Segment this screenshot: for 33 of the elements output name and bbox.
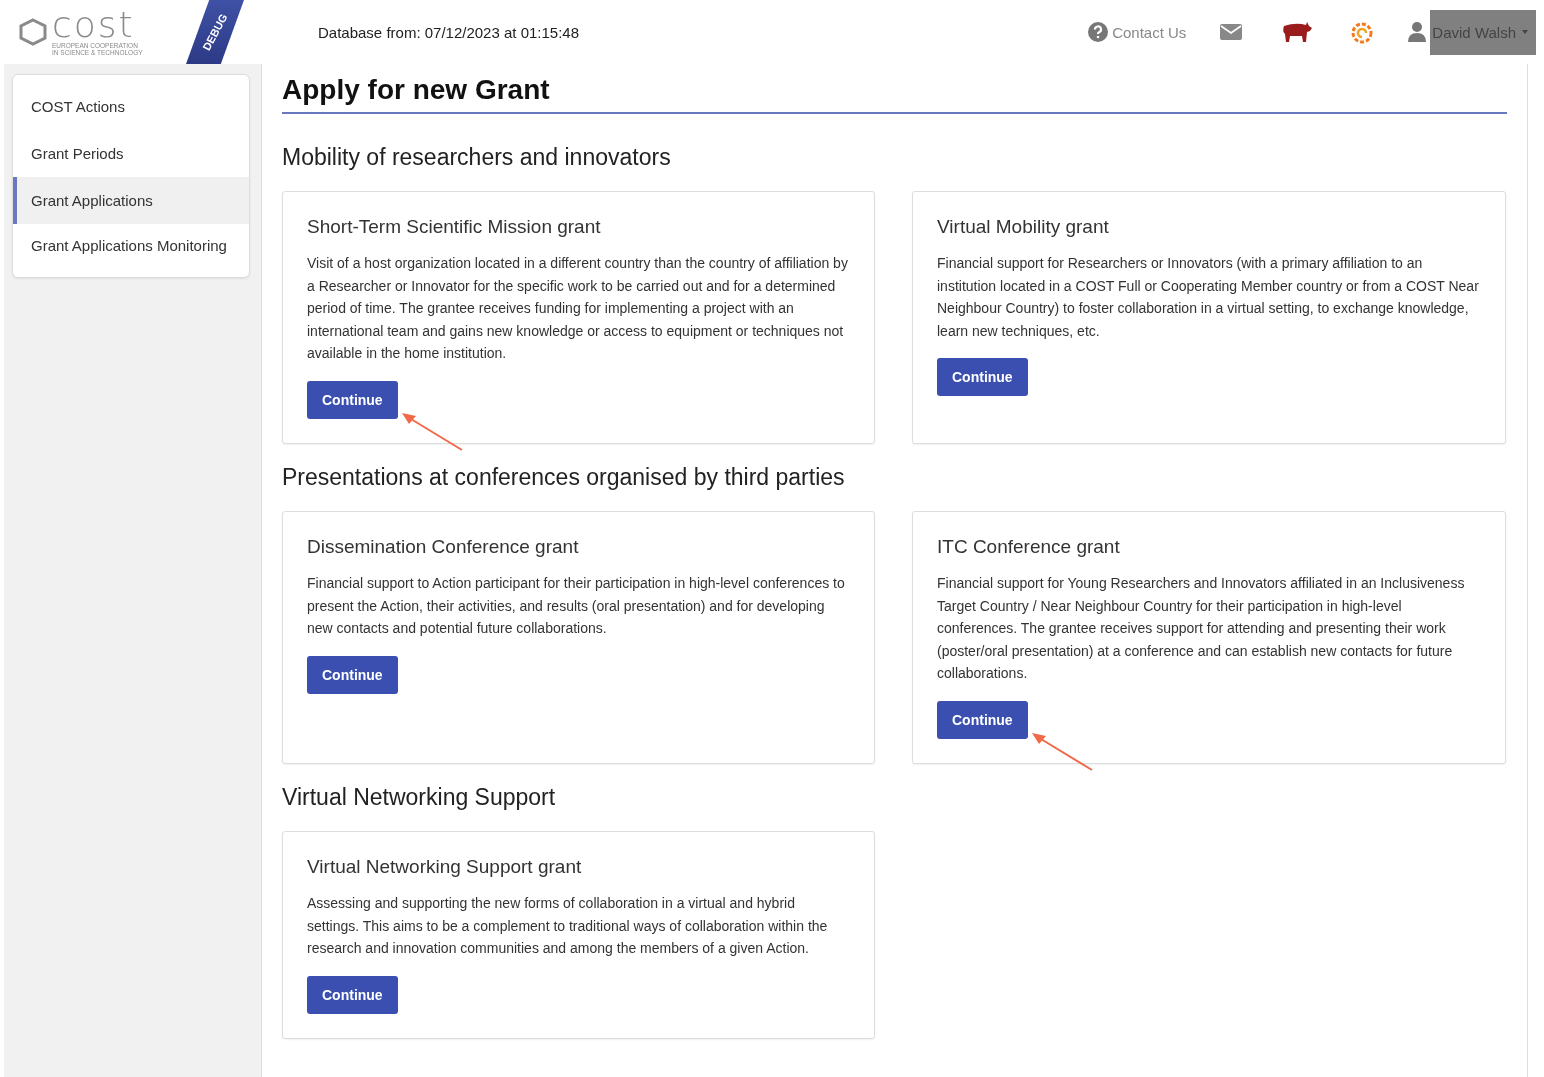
section-heading: Mobility of researchers and innovators [282,144,672,171]
grant-title: Short-Term Scientific Mission grant [307,216,602,238]
section-heading: Presentations at conferences organised by third parties [282,463,846,491]
logo-word: cost [52,8,135,42]
grant-description: Visit of a host organization located in a different country than the country of affiliation by a Researcher or Innovator for the specific work to be carried out and for a determined period of time. The grantee receives funding for implementing a project with an international team and gains new knowledge or access to equipment or techniques not available in the home institution. [307,254,849,364]
sidebar-item[interactable]: Grant Applications Monitoring [13,224,249,269]
grant-description: Assessing and supporting the new forms of collaboration in a virtual and hybrid settings. This aims to be a complement to traditional ways of collaboration within the research and innovation communities and among the members of a given Action. [307,893,829,959]
grant-title: Dissemination Conference grant [307,535,580,558]
database-info: Database from: 07/12/2023 at 01:15:48 [318,23,580,41]
question-circle-icon [1088,22,1109,42]
user-icon [1408,22,1427,42]
section-heading: Virtual Networking Support [282,783,557,811]
grant-description: Financial support for Young Researchers and Innovators affiliated in an Inclusiveness Target Country / Near Neighbour Country for their participation in high-level conferences. The grantee receives support for attending and presenting their work (poster/oral presentation) at a conference and can establish new contacts for future collaborations. [937,573,1466,684]
pig-icon[interactable] [1280,21,1313,43]
sidebar-item[interactable]: Grant Applications [13,177,249,224]
continue-button[interactable]: Continue [307,380,398,419]
continue-button[interactable]: Continue [307,975,398,1014]
grant-title: ITC Conference grant [937,535,1121,558]
hexagon-logo-icon [18,17,48,47]
grant-title: Virtual Mobility grant [937,216,1110,238]
sidebar-item[interactable]: COST Actions [13,83,249,130]
sidebar-item[interactable]: Grant Periods [13,130,249,177]
continue-button[interactable]: Continue [307,655,398,694]
continue-button[interactable]: Continue [937,700,1028,739]
page-title: Apply for new Grant [282,74,1507,114]
caret-icon [1522,30,1528,34]
swirl-gear-icon[interactable] [1350,20,1375,44]
grant-description: Financial support for Researchers or Innovators (with a primary affiliation to an institution located in a COST Full or Cooperating Member country or from a COST Near Neighbour Country) to foster collaboration in a virtual setting, to exchange knowledge, learn new techniques, etc. [937,254,1480,341]
grant-title: Virtual Networking Support grant [307,855,583,878]
continue-button[interactable]: Continue [937,358,1028,397]
contact-us-link[interactable]: Contact Us [1088,22,1187,42]
envelope-icon[interactable] [1220,24,1243,40]
grant-description: Financial support to Action participant for their participation in high-level conferences to present the Action, their activities, and results (oral presentation) and for developing new contacts and potential future collaborations. [307,573,846,639]
